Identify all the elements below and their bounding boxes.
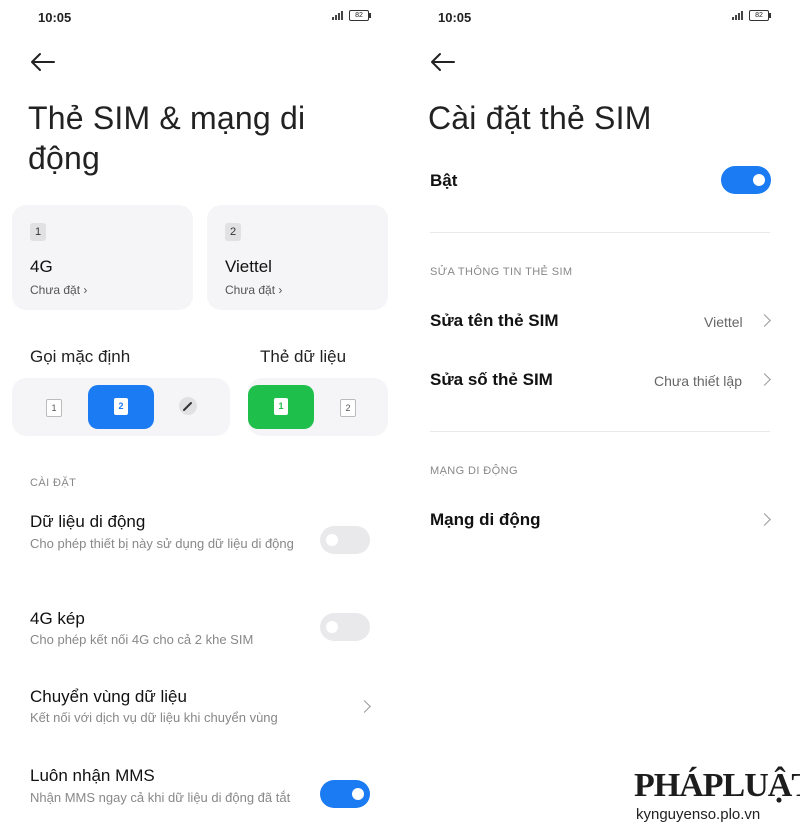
sim-status: Chưa đặt › <box>225 283 283 297</box>
status-icons: 82 <box>332 10 371 21</box>
row-title: 4G kép <box>30 609 85 628</box>
default-call-label: Gọi mặc định <box>30 347 131 366</box>
settings-header: CÀI ĐẶT <box>30 477 77 489</box>
chevron-right-icon: › <box>278 283 283 297</box>
sim-network-screen: 10:05 82 Thẻ SIM & mạng di động 1 4G Chư… <box>0 0 400 831</box>
call-sim-1-option[interactable]: 1 <box>46 399 62 417</box>
row-title: Mạng di động <box>430 510 541 529</box>
dual-4g-toggle[interactable] <box>320 613 370 641</box>
enable-label: Bật <box>430 171 458 190</box>
row-subtitle: Cho phép thiết bị này sử dụng dữ liệu di… <box>30 536 294 551</box>
signal-icon <box>332 11 343 20</box>
data-card-selector: 1 2 <box>248 378 388 436</box>
row-title: Sửa tên thẻ SIM <box>430 311 559 330</box>
sim-number-badge: 2 <box>225 223 241 241</box>
mobile-data-toggle[interactable] <box>320 526 370 554</box>
status-time: 10:05 <box>438 10 472 25</box>
chevron-right-icon <box>758 314 771 327</box>
data-sim-1-option[interactable]: 1 <box>248 385 314 429</box>
sim-name: 4G <box>30 257 53 276</box>
page-title: Cài đặt thẻ SIM <box>428 100 652 136</box>
battery-icon: 82 <box>349 10 371 21</box>
row-value: Viettel <box>704 314 743 330</box>
page-title: Thẻ SIM & mạng di <box>28 100 306 136</box>
chevron-right-icon <box>758 513 771 526</box>
watermark-logo: PHÁPLUẬT <box>634 767 800 804</box>
pencil-icon[interactable] <box>179 397 197 415</box>
enable-sim-toggle[interactable] <box>721 166 771 194</box>
sim-settings-screen: 10:05 82 Cài đặt thẻ SIM Bật SỬA THÔNG T… <box>400 0 800 831</box>
chevron-right-icon: › <box>83 283 88 297</box>
row-subtitle: Kết nối với dịch vụ dữ liệu khi chuyển v… <box>30 710 278 725</box>
chevron-right-icon <box>758 373 771 386</box>
chevron-right-icon <box>358 700 371 713</box>
status-time: 10:05 <box>38 10 72 25</box>
data-card-label: Thẻ dữ liệu <box>260 347 347 366</box>
data-sim-2-option[interactable]: 2 <box>340 399 356 417</box>
default-call-selector: 1 2 <box>12 378 230 436</box>
sim-status: Chưa đặt › <box>30 283 88 297</box>
row-title: Dữ liệu di động <box>30 512 146 531</box>
row-title: Sửa số thẻ SIM <box>430 370 553 389</box>
sim-number-badge: 1 <box>30 223 46 241</box>
back-arrow-icon[interactable] <box>428 48 458 76</box>
signal-icon <box>732 11 743 20</box>
back-arrow-icon[interactable] <box>28 48 58 76</box>
watermark-url: kynguyenso.plo.vn <box>636 806 761 823</box>
edit-sim-header: SỬA THÔNG TIN THẺ SIM <box>430 266 573 278</box>
page-title-line2: động <box>28 140 100 176</box>
mobile-network-header: MẠNG DI ĐỘNG <box>430 465 518 477</box>
always-mms-toggle[interactable] <box>320 780 370 808</box>
row-subtitle: Nhận MMS ngay cả khi dữ liệu di động đã … <box>30 790 291 805</box>
sim-card-1[interactable]: 1 4G Chưa đặt › <box>12 205 193 310</box>
row-title: Chuyển vùng dữ liệu <box>30 687 187 706</box>
status-icons: 82 <box>732 10 771 21</box>
call-sim-2-option[interactable]: 2 <box>88 385 154 429</box>
battery-icon: 82 <box>749 10 771 21</box>
sim-name: Viettel <box>225 257 272 276</box>
divider <box>430 232 770 233</box>
divider <box>430 431 770 432</box>
row-subtitle: Cho phép kết nối 4G cho cả 2 khe SIM <box>30 632 254 647</box>
sim-card-2[interactable]: 2 Viettel Chưa đặt › <box>207 205 388 310</box>
row-value: Chưa thiết lập <box>654 373 742 389</box>
row-title: Luôn nhận MMS <box>30 766 155 785</box>
